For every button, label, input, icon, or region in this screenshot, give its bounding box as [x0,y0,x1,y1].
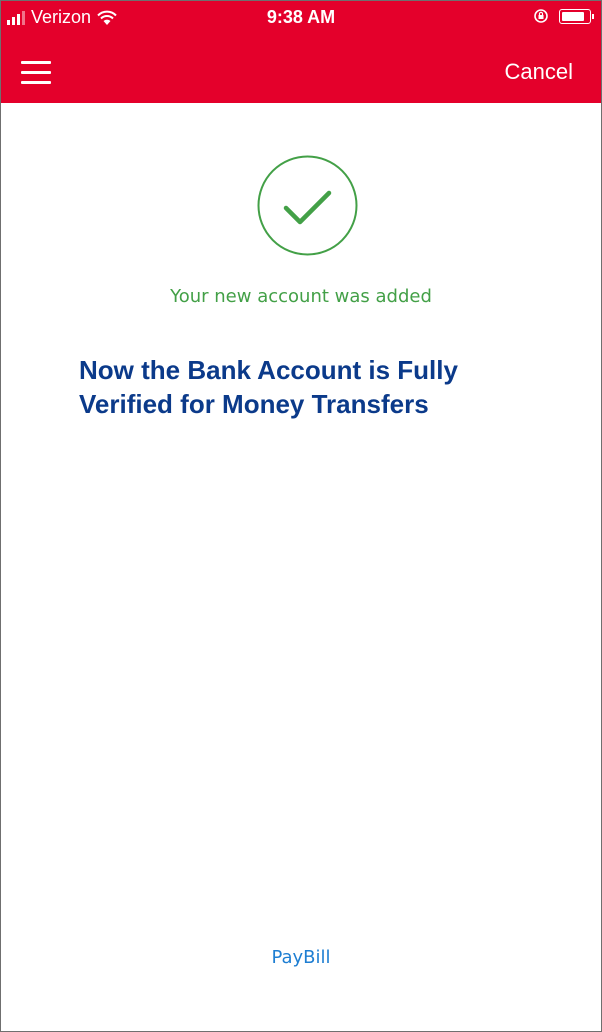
status-right-icons [533,8,594,24]
cancel-button[interactable]: Cancel [505,59,573,85]
top-bar: Verizon 9:38 AM Cancel [1,1,601,103]
status-time: 9:38 AM [266,7,336,27]
paybill-link[interactable]: PayBill [1,947,601,968]
page-headline: Now the Bank Account is Fully Verified f… [79,353,579,421]
hamburger-menu-icon[interactable] [21,61,51,85]
rotation-lock-icon [533,8,549,24]
check-circle-icon [257,155,358,256]
app-screen: Verizon 9:38 AM Cancel Your new account … [0,0,602,1032]
success-message: Your new account was added [170,286,432,307]
headline-line-1: Now the Bank Account is Fully [79,355,458,385]
battery-icon [559,8,594,24]
status-bar: Verizon 9:38 AM [1,1,601,35]
headline-line-2: Verified for Money Transfers [79,389,429,419]
